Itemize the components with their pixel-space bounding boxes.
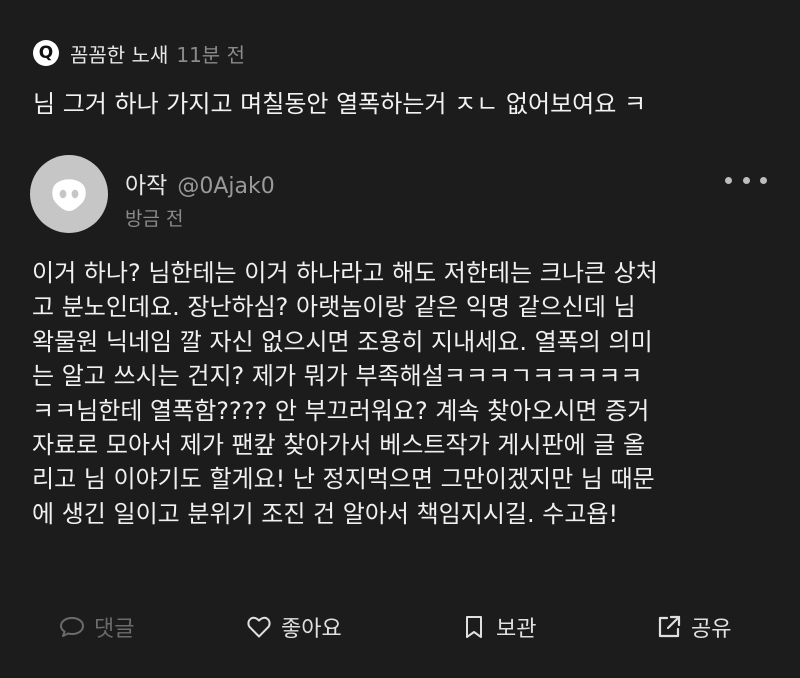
more-options-button[interactable] xyxy=(725,168,767,192)
answer-time: 방금 전 xyxy=(125,208,184,230)
author-name[interactable]: 아작 xyxy=(125,166,167,200)
author-handle[interactable]: @0Ajak0 xyxy=(177,174,274,199)
heart-icon xyxy=(247,616,271,638)
bookmark-icon xyxy=(466,616,482,638)
question-text: 님 그거 하나 가지고 며칠동안 열폭하는거 ㅈㄴ 없어보여요 ㅋ xyxy=(33,90,647,118)
comment-button[interactable]: 댓글 xyxy=(58,606,134,648)
answer-line: 이거 하나? 님한테는 이거 하나라고 해도 저한테는 크나큰 상처 xyxy=(32,259,658,287)
question-meta: Q 꼼꼼한 노새 11분 전 xyxy=(33,36,245,70)
more-icon-dot xyxy=(742,176,750,184)
answer-line: 고 분노인데요. 장난하심? 아랫놈이랑 같은 익명 같으신데 님 xyxy=(32,293,636,322)
share-button[interactable]: 공유 xyxy=(655,606,731,648)
question-time: 11분 전 xyxy=(176,42,245,67)
like-button[interactable]: 좋아요 xyxy=(245,606,342,648)
more-icon-dot xyxy=(725,176,732,184)
answer-line: ㅋㅋ님한테 열폭함???? 안 부끄러워요? 계속 찾아오시면 증거 xyxy=(32,396,650,425)
answer-line: 리고 님 이야기도 할게요! 난 정지먹으면 그만이겠지만 님 때문 xyxy=(32,465,655,494)
comment-icon xyxy=(60,617,84,637)
share-label: 공유 xyxy=(691,617,732,642)
question-badge-icon: Q xyxy=(33,40,59,66)
answer-body: 이거 하나? 님한테는 이거 하나라고 해도 저한테는 크나큰 상처 고 분노인… xyxy=(32,256,772,531)
action-bar: 댓글 좋아요 보관 공유 xyxy=(0,606,800,648)
answer-line: 에 생긴 일이고 분위기 조진 건 알아서 책임지시길. 수고욥! xyxy=(32,499,619,528)
save-button[interactable]: 보관 xyxy=(460,606,536,648)
avatar-icon[interactable] xyxy=(30,155,108,233)
more-icon-dot xyxy=(760,176,767,184)
answer-line: 자료로 모아서 제가 팬캎 찾아가서 베스트작가 게시판에 글 올 xyxy=(32,431,646,460)
question-author[interactable]: 꼼꼼한 노새 xyxy=(70,39,168,68)
answer-line: 는 알고 쓰시는 건지? 제가 뭐가 부족해설ㅋㅋㅋㄱㅋㅋㅋㅋㅋ xyxy=(32,362,643,391)
comment-label: 댓글 xyxy=(94,617,135,642)
save-label: 보관 xyxy=(496,617,537,642)
answer-author: 아작 @0Ajak0 xyxy=(125,166,275,200)
answer-line: 왁물원 닉네임 깔 자신 없으시면 조용히 지내세요. 열폭의 의미 xyxy=(32,327,653,356)
like-label: 좋아요 xyxy=(281,617,342,642)
share-icon xyxy=(658,615,681,638)
